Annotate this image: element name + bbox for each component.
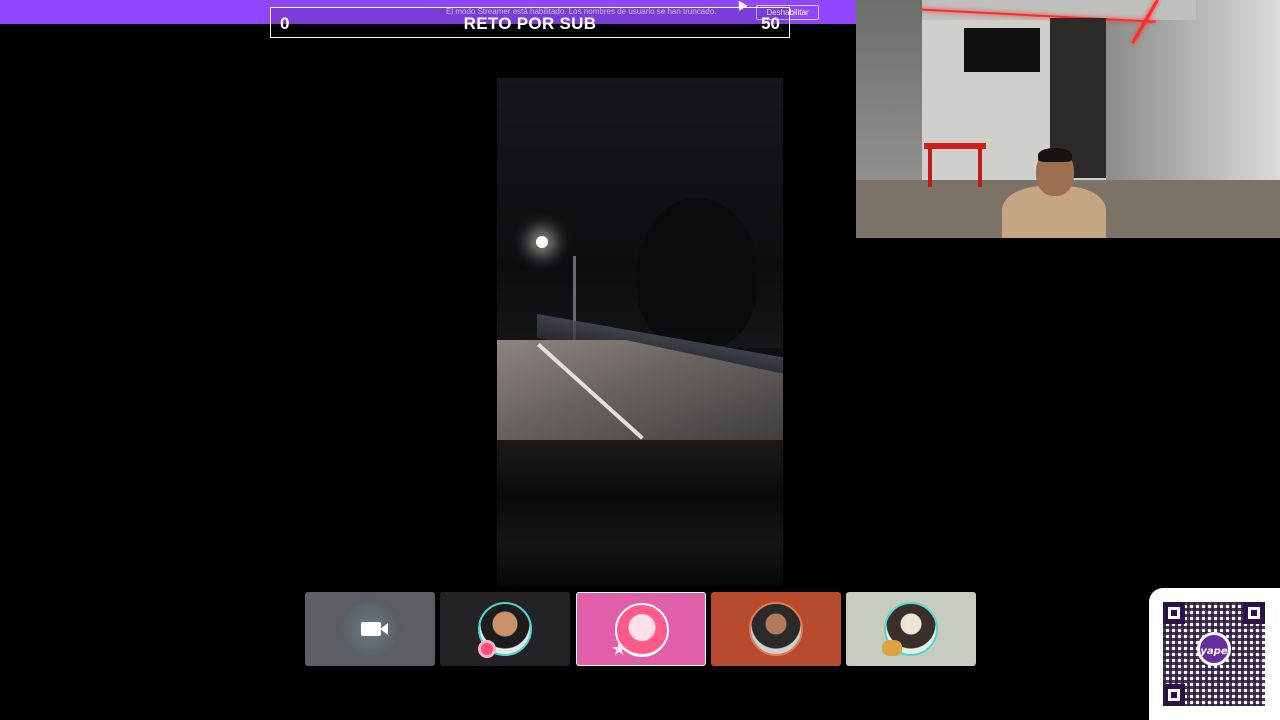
video-car-dashboard <box>497 440 783 586</box>
webcam-feed[interactable] <box>856 0 1280 238</box>
video-street-lamp <box>536 236 548 248</box>
webcam-table-leg <box>928 149 932 187</box>
qr-finder-pattern <box>1243 602 1265 624</box>
yape-logo: yape <box>1197 632 1231 666</box>
participant-tile-4[interactable] <box>711 592 841 666</box>
sub-goal-overlay: 0 RETO POR SUB 50 <box>270 7 790 38</box>
yape-qr-code: yape <box>1149 588 1280 720</box>
webcam-red-table <box>924 143 986 149</box>
donut-badge-icon <box>478 640 496 658</box>
main-video-feed[interactable] <box>497 78 783 586</box>
video-tree <box>637 198 757 348</box>
camera-icon-lens <box>380 623 388 635</box>
star-badge-icon: ★ <box>611 639 628 660</box>
camera-icon <box>361 622 381 636</box>
participant-tile-1[interactable] <box>305 592 435 666</box>
webcam-tv <box>964 28 1040 72</box>
bear-badge-icon <box>882 640 902 656</box>
goal-target-count: 50 <box>761 14 780 33</box>
participant-tile-5[interactable] <box>846 592 976 666</box>
qr-finder-pattern <box>1163 602 1185 624</box>
qr-finder-pattern <box>1163 684 1185 706</box>
goal-title: RETO POR SUB <box>463 14 597 33</box>
webcam-table-leg <box>978 149 982 187</box>
participant-tile-2[interactable] <box>440 592 570 666</box>
participant-tile-3[interactable]: ★ <box>576 592 706 666</box>
participant-avatar <box>749 602 803 656</box>
webcam-streamer-hair <box>1038 148 1072 162</box>
